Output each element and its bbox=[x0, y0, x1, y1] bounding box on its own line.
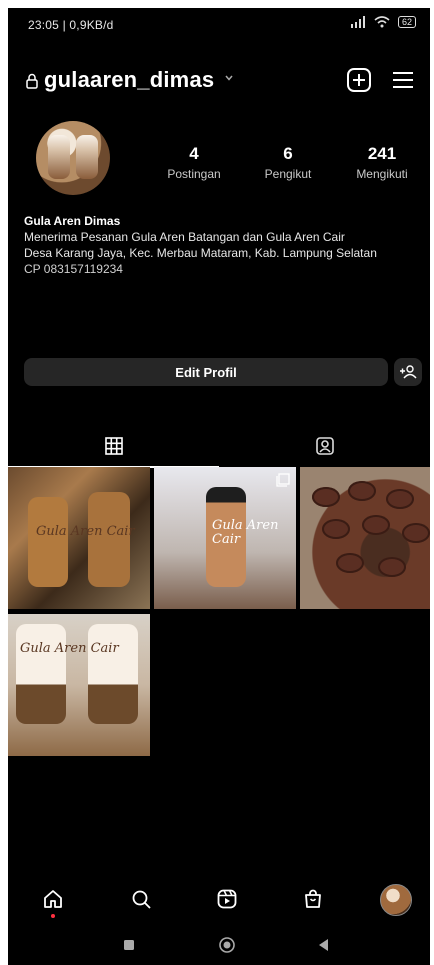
status-time: 23:05 | 0,9KB/d bbox=[28, 18, 114, 32]
search-icon bbox=[132, 890, 151, 909]
stat-followers-label: Pengikut bbox=[264, 167, 312, 181]
avatar-product-bottle bbox=[76, 135, 98, 179]
product-bottle bbox=[16, 624, 66, 724]
recents-square-icon bbox=[124, 940, 134, 950]
palm-sugar-piece bbox=[362, 515, 390, 535]
stat-posts-count: 4 bbox=[189, 144, 199, 163]
battery-indicator: 62 bbox=[397, 16, 416, 28]
reels-icon bbox=[217, 889, 237, 909]
bio-line-2: Desa Karang Jaya, Kec. Merbau Mataram, K… bbox=[24, 246, 377, 260]
post-caption-text: Gula Aren Cair bbox=[36, 524, 135, 539]
battery-level: 62 bbox=[401, 17, 412, 27]
bio-contact: CP 083157119234 bbox=[24, 262, 123, 276]
profile-header: gulaaren_dimas bbox=[26, 61, 418, 101]
stat-following-label: Mengikuti bbox=[356, 167, 408, 181]
profile-bio: Gula Aren Dimas Menerima Pesanan Gula Ar… bbox=[24, 213, 418, 277]
instagram-profile-screen: 23:05 | 0,9KB/d 62 gulaaren_dimas 4 Post… bbox=[8, 8, 430, 965]
nav-home[interactable] bbox=[38, 884, 68, 914]
avatar-product-bottle bbox=[48, 135, 70, 179]
signal-icon bbox=[350, 16, 365, 28]
palm-sugar-piece bbox=[386, 489, 414, 509]
nav-reels[interactable] bbox=[212, 884, 242, 914]
hamburger-menu-icon[interactable] bbox=[388, 65, 418, 95]
nav-shop[interactable] bbox=[298, 884, 328, 914]
tagged-person-icon bbox=[315, 437, 334, 455]
profile-stats: 4 Postingan 6 Pengikut 241 Mengikuti bbox=[154, 144, 422, 181]
system-back-button[interactable] bbox=[314, 936, 332, 954]
home-circle-icon bbox=[219, 937, 235, 953]
stat-following-count: 241 bbox=[367, 144, 397, 163]
lock-icon bbox=[26, 73, 38, 89]
profile-username[interactable]: gulaaren_dimas bbox=[44, 67, 214, 93]
post-thumbnail[interactable]: Gula Aren Cair bbox=[154, 467, 296, 609]
post-thumbnail[interactable] bbox=[300, 467, 430, 609]
edit-profile-button[interactable]: Edit Profil bbox=[24, 358, 388, 386]
product-bottle bbox=[88, 624, 138, 724]
post-caption-text: Gula Aren Cair bbox=[212, 518, 279, 547]
stat-followers[interactable]: 6 Pengikut bbox=[248, 144, 328, 181]
bottom-navigation bbox=[8, 876, 430, 922]
palm-sugar-piece bbox=[336, 553, 364, 573]
tab-tagged[interactable] bbox=[219, 426, 430, 466]
stat-followers-count: 6 bbox=[283, 144, 293, 163]
home-icon bbox=[44, 890, 62, 908]
palm-sugar-piece bbox=[322, 519, 350, 539]
system-navigation-bar bbox=[8, 926, 430, 965]
chevron-down-icon[interactable] bbox=[224, 73, 234, 83]
palm-sugar-piece bbox=[378, 557, 406, 577]
tab-grid[interactable] bbox=[8, 426, 219, 466]
carousel-multiple-icon bbox=[276, 473, 290, 487]
add-person-icon bbox=[400, 365, 417, 379]
palm-sugar-piece bbox=[312, 487, 340, 507]
system-home-button[interactable] bbox=[218, 936, 236, 954]
back-triangle-icon bbox=[319, 939, 328, 951]
recents-button[interactable] bbox=[120, 936, 138, 954]
product-bottle bbox=[88, 492, 130, 587]
palm-sugar-piece bbox=[402, 523, 430, 543]
grid-icon bbox=[104, 437, 123, 455]
product-bottle bbox=[28, 497, 68, 587]
discover-people-button[interactable] bbox=[394, 358, 422, 386]
post-caption-text: Gula Aren Cair bbox=[20, 641, 119, 656]
status-bar: 23:05 | 0,9KB/d 62 bbox=[8, 8, 430, 42]
bio-name: Gula Aren Dimas bbox=[24, 214, 121, 228]
stat-posts-label: Postingan bbox=[167, 167, 221, 181]
shopping-bag-icon bbox=[305, 889, 321, 908]
post-thumbnail[interactable]: Gula Aren Cair bbox=[8, 467, 150, 609]
post-thumbnail[interactable]: Gula Aren Cair bbox=[8, 614, 150, 756]
palm-sugar-piece bbox=[348, 481, 376, 501]
nav-search[interactable] bbox=[126, 884, 156, 914]
plus-square-icon[interactable] bbox=[344, 65, 374, 95]
bio-line-1: Menerima Pesanan Gula Aren Batangan dan … bbox=[24, 230, 345, 244]
profile-avatar[interactable] bbox=[36, 121, 110, 195]
status-icons: 62 bbox=[350, 16, 416, 28]
stat-following[interactable]: 241 Mengikuti bbox=[342, 144, 422, 181]
profile-avatar-icon[interactable] bbox=[380, 884, 412, 916]
profile-tabs bbox=[8, 426, 430, 468]
notification-dot bbox=[51, 914, 55, 918]
wifi-icon bbox=[374, 16, 390, 28]
stat-posts[interactable]: 4 Postingan bbox=[154, 144, 234, 181]
